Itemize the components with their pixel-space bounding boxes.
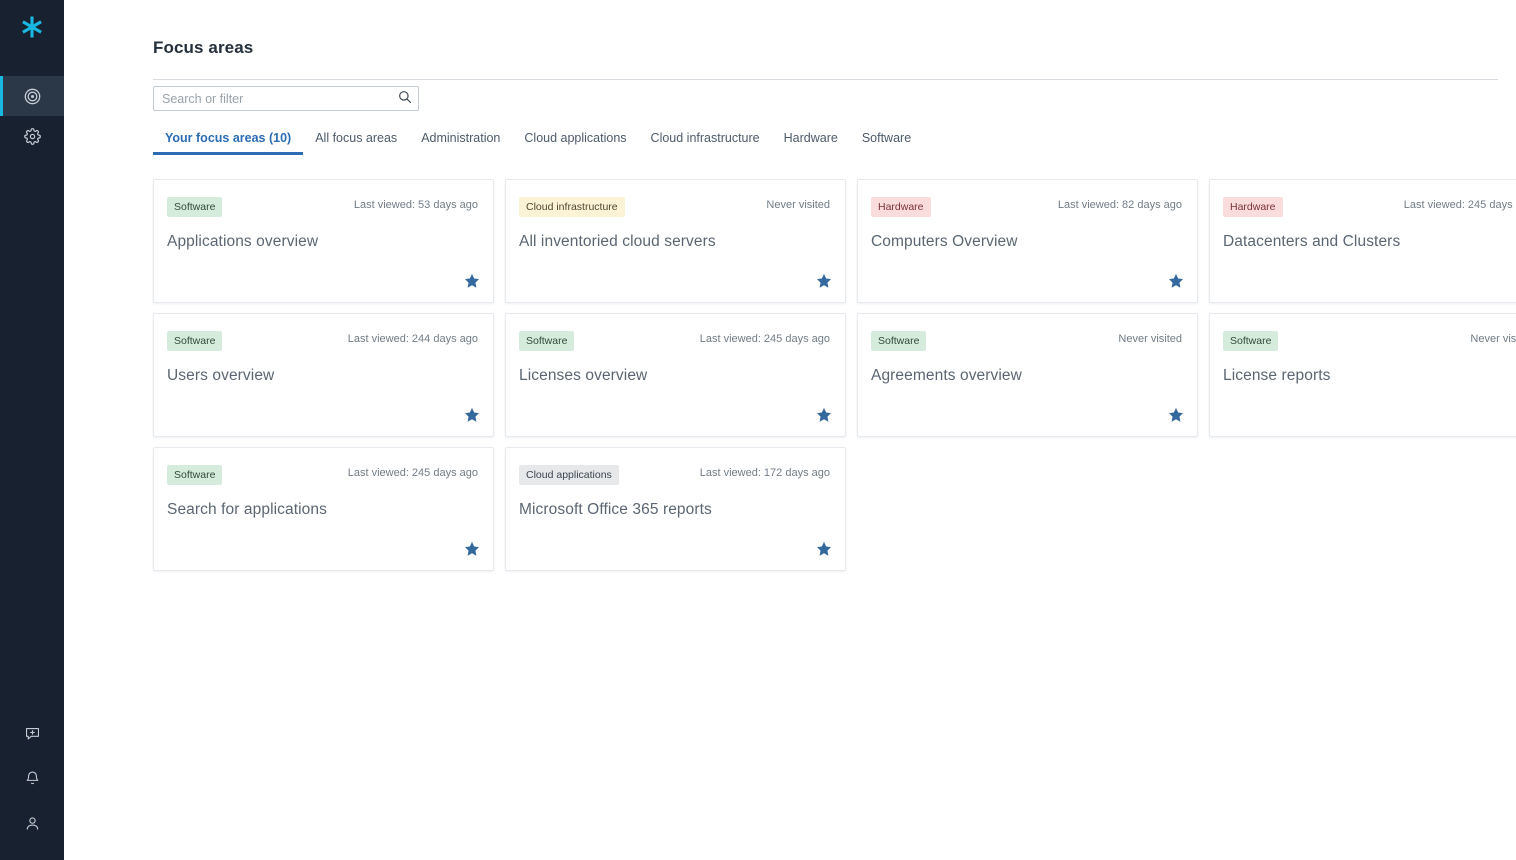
card-header: Cloud applications Last viewed: 172 days …	[506, 448, 845, 485]
focus-area-grid: Software Last viewed: 53 days ago Applicat…	[153, 179, 1516, 571]
tab-administration[interactable]: Administration	[409, 131, 512, 155]
tab-hardware[interactable]: Hardware	[772, 131, 850, 155]
search-box[interactable]	[153, 86, 419, 111]
category-tag: Software	[167, 197, 223, 217]
favorite-star-icon[interactable]	[816, 273, 832, 289]
category-tag: Software	[1223, 331, 1279, 351]
favorite-star-icon[interactable]	[816, 407, 832, 423]
tab-cloud-applications[interactable]: Cloud applications	[512, 131, 638, 155]
focus-area-card[interactable]: Software Last viewed: 53 days ago Applicat…	[153, 179, 494, 303]
focus-area-card[interactable]: Hardware Last viewed: 245 days ago Datacen…	[1209, 179, 1516, 303]
header-divider	[153, 79, 1498, 80]
category-tag: Cloud applications	[519, 465, 619, 485]
sidebar-item-settings[interactable]	[0, 116, 64, 156]
sidebar-item-focus-areas[interactable]	[0, 76, 64, 116]
card-header: Software Last viewed: 53 days ago	[154, 180, 493, 217]
last-viewed-label: Last viewed: 245 days ago	[1403, 199, 1516, 211]
card-title[interactable]: Datacenters and Clusters	[1223, 233, 1400, 251]
card-title[interactable]: Licenses overview	[519, 367, 647, 385]
user-icon	[24, 815, 41, 832]
sidebar	[0, 0, 64, 860]
card-header: Cloud infrastructure Never visited	[506, 180, 845, 217]
card-header: Software Last viewed: 245 days ago	[154, 448, 493, 485]
last-viewed-label: Never visited	[1118, 333, 1182, 345]
card-header: Hardware Last viewed: 245 days ago	[1210, 180, 1516, 217]
main-content: Focus areas Your focus areas (10)All foc…	[64, 0, 1516, 860]
card-header: Software Last viewed: 244 days ago	[154, 314, 493, 351]
focus-area-card[interactable]: Software Last viewed: 245 days ago License…	[505, 313, 846, 437]
tab-all-focus-areas[interactable]: All focus areas	[303, 131, 409, 155]
last-viewed-label: Last viewed: 82 days ago	[1057, 199, 1182, 211]
tab-software[interactable]: Software	[850, 131, 923, 155]
favorite-star-icon[interactable]	[816, 541, 832, 557]
focus-area-card[interactable]: Hardware Last viewed: 82 days ago Computer…	[857, 179, 1198, 303]
app-root: Focus areas Your focus areas (10)All foc…	[0, 0, 1516, 860]
card-header: Software Never visited	[1210, 314, 1516, 351]
card-header: Software Never visited	[858, 314, 1197, 351]
category-tag: Software	[167, 331, 223, 351]
favorite-star-icon[interactable]	[1168, 407, 1184, 423]
tab-your-focus-areas-10[interactable]: Your focus areas (10)	[153, 131, 304, 155]
search-button[interactable]	[392, 87, 418, 110]
card-title[interactable]: All inventoried cloud servers	[519, 233, 716, 251]
last-viewed-label: Never visited	[766, 199, 830, 211]
focus-area-card[interactable]: Software Never visited Agreements overview	[857, 313, 1198, 437]
target-icon	[24, 88, 41, 105]
card-title[interactable]: Search for applications	[167, 501, 327, 519]
app-logo[interactable]	[0, 0, 64, 54]
card-title[interactable]: Agreements overview	[871, 367, 1022, 385]
search-icon	[398, 90, 412, 107]
category-tag: Cloud infrastructure	[519, 197, 625, 217]
category-tag: Software	[519, 331, 575, 351]
last-viewed-label: Last viewed: 244 days ago	[347, 333, 478, 345]
favorite-star-icon[interactable]	[464, 541, 480, 557]
sidebar-item-notifications[interactable]	[0, 763, 64, 793]
last-viewed-label: Last viewed: 245 days ago	[347, 467, 478, 479]
category-tag: Hardware	[871, 197, 931, 217]
favorite-star-icon[interactable]	[1168, 273, 1184, 289]
category-tag: Software	[871, 331, 927, 351]
sidebar-item-account[interactable]	[0, 808, 64, 838]
last-viewed-label: Last viewed: 53 days ago	[353, 199, 478, 211]
card-title[interactable]: Applications overview	[167, 233, 318, 251]
last-viewed-label: Last viewed: 245 days ago	[699, 333, 830, 345]
category-tag: Software	[167, 465, 223, 485]
last-viewed-label: Never visited	[1470, 333, 1516, 345]
focus-area-card[interactable]: Software Never visited License reports	[1209, 313, 1516, 437]
search-input[interactable]	[154, 87, 392, 110]
focus-area-card[interactable]: Cloud applications Last viewed: 172 days …	[505, 447, 846, 571]
page-title: Focus areas	[153, 38, 254, 57]
gear-icon	[23, 127, 41, 145]
focus-area-card[interactable]: Cloud infrastructure Never visited All inv…	[505, 179, 846, 303]
favorite-star-icon[interactable]	[464, 407, 480, 423]
card-header: Hardware Last viewed: 82 days ago	[858, 180, 1197, 217]
card-title[interactable]: Computers Overview	[871, 233, 1018, 251]
sidebar-nav-top	[0, 76, 64, 156]
tab-bar: Your focus areas (10) All focus areas Admi…	[153, 131, 923, 155]
category-tag: Hardware	[1223, 197, 1283, 217]
card-title[interactable]: Microsoft Office 365 reports	[519, 501, 712, 519]
card-header: Software Last viewed: 245 days ago	[506, 314, 845, 351]
card-title[interactable]: License reports	[1223, 367, 1330, 385]
focus-area-card[interactable]: Software Last viewed: 244 days ago Users o…	[153, 313, 494, 437]
sidebar-nav-bottom	[0, 718, 64, 838]
last-viewed-label: Last viewed: 172 days ago	[699, 467, 830, 479]
tab-cloud-infrastructure[interactable]: Cloud infrastructure	[639, 131, 772, 155]
favorite-star-icon[interactable]	[464, 273, 480, 289]
card-title[interactable]: Users overview	[167, 367, 274, 385]
chat-add-icon	[24, 725, 41, 742]
sidebar-item-feedback[interactable]	[0, 718, 64, 748]
bell-icon	[24, 770, 41, 787]
focus-area-card[interactable]: Software Last viewed: 245 days ago Search …	[153, 447, 494, 571]
